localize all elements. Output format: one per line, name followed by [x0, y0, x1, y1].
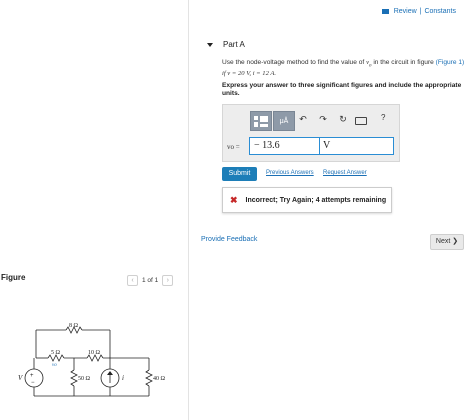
answer-box: μÅ ↶ ↷ ↻ ? vo = − 13.6 V — [222, 104, 400, 162]
next-page-icon[interactable]: › — [162, 275, 174, 286]
label-8ohm: 8 Ω — [69, 323, 79, 329]
provide-feedback-link[interactable]: Provide Feedback — [201, 236, 257, 243]
math-toolbar: μÅ — [250, 111, 295, 131]
request-answer-link[interactable]: Request Answer — [323, 170, 367, 176]
answer-variable-label: vo = — [227, 143, 240, 151]
next-button[interactable]: Next ❯ — [430, 234, 464, 250]
part-title: Part A — [223, 40, 245, 49]
figure-link[interactable]: (Figure 1) — [436, 59, 465, 66]
answer-instructions: Express your answer to three significant… — [222, 82, 462, 97]
source-plus: + — [30, 373, 34, 379]
problem-statement: Use the node-voltage method to find the … — [222, 59, 466, 78]
figure-pager: ‹ 1 of 1 › — [127, 275, 174, 286]
feedback-text: Incorrect; Try Again; 4 attempts remaini… — [245, 196, 387, 204]
answer-unit-input[interactable]: V — [319, 137, 394, 155]
help-icon[interactable]: ? — [381, 113, 385, 122]
reset-icon[interactable]: ↻ — [333, 114, 353, 125]
problem-text-2: in the circuit in figure — [371, 59, 436, 66]
template-icon — [254, 115, 268, 127]
source-minus: − — [31, 380, 35, 386]
review-link[interactable]: Review — [394, 8, 417, 15]
review-icon — [381, 9, 389, 14]
problem-text-1: Use the node-voltage method to find the … — [222, 59, 367, 66]
pane-divider — [188, 0, 189, 420]
label-5ohm: 5 Ω — [51, 350, 61, 356]
incorrect-x-icon: ✖ — [230, 194, 238, 205]
problem-given: if v = 20 V, i = 12 A. — [222, 70, 277, 78]
keyboard-icon[interactable] — [355, 117, 367, 125]
circuit-diagram: 8 Ω 5 Ω 10 Ω 50 Ω 40 Ω V i vo + − — [18, 323, 166, 397]
header-separator: | — [419, 8, 422, 15]
part-header[interactable]: Part A — [207, 40, 245, 49]
constants-link[interactable]: Constants — [424, 8, 456, 15]
label-vo: vo — [52, 363, 57, 368]
units-button[interactable]: μÅ — [273, 111, 295, 131]
toolbar-actions: ↶ ↷ ↻ — [293, 114, 353, 125]
label-40ohm: 40 Ω — [153, 376, 166, 382]
label-v: V — [18, 374, 23, 382]
prev-page-icon[interactable]: ‹ — [127, 275, 138, 286]
label-i: i — [122, 374, 124, 382]
figure-title: Figure — [1, 273, 26, 282]
template-button[interactable] — [250, 111, 272, 131]
undo-icon[interactable]: ↶ — [293, 114, 313, 125]
redo-icon[interactable]: ↷ — [313, 114, 333, 125]
feedback-message: ✖ Incorrect; Try Again; 4 attempts remai… — [222, 187, 392, 213]
answer-value-input[interactable]: − 13.6 — [249, 137, 323, 155]
label-50ohm: 50 Ω — [78, 376, 91, 382]
pager-text: 1 of 1 — [142, 277, 159, 284]
collapse-caret-icon[interactable] — [207, 42, 213, 47]
label-10ohm: 10 Ω — [88, 350, 101, 356]
submit-button[interactable]: Submit — [222, 167, 257, 181]
header-links: Review | Constants — [381, 8, 456, 15]
current-arrow-icon — [107, 371, 113, 383]
previous-answers-link[interactable]: Previous Answers — [266, 170, 314, 176]
